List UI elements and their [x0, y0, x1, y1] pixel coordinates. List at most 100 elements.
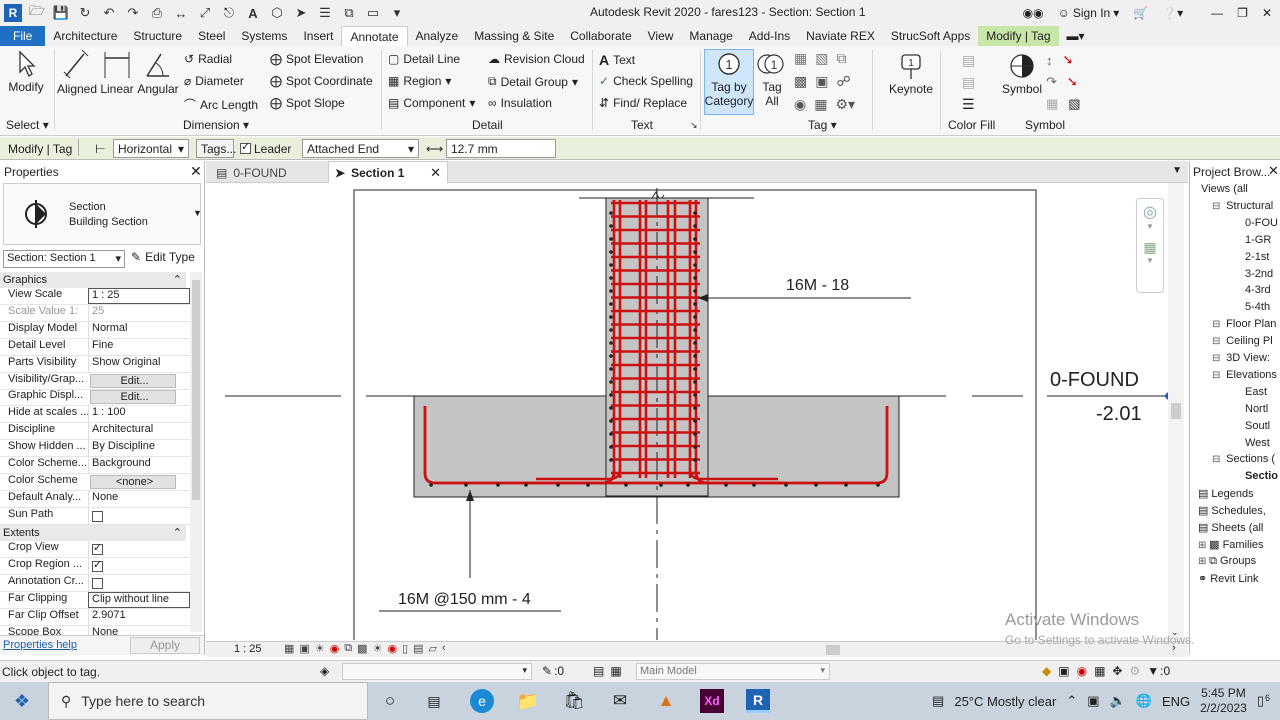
material-tag-icon[interactable]: ▧: [815, 50, 828, 67]
revit-taskbar-icon[interactable]: R: [746, 689, 770, 713]
edge-icon[interactable]: e: [470, 689, 494, 713]
select-panel-label[interactable]: Select ▾: [6, 118, 49, 132]
language[interactable]: ENG: [1162, 694, 1190, 709]
view-scale[interactable]: 1 : 25: [234, 643, 262, 655]
property-row[interactable]: Color Scheme <none>: [0, 474, 190, 491]
browser-item[interactable]: ⊟ Ceiling Pl: [1212, 335, 1273, 347]
show-crop-icon[interactable]: ▩: [357, 642, 367, 655]
fabric-reinforcement-icon[interactable]: ▧: [1068, 96, 1080, 112]
zoom-icon[interactable]: ▦: [1137, 239, 1163, 256]
view-tab-section-1[interactable]: ➤ Section 1 ✕: [328, 161, 448, 183]
properties-scrollbar[interactable]: [190, 272, 202, 632]
checkbox-icon[interactable]: [92, 558, 103, 572]
print-icon[interactable]: ⎙: [148, 4, 166, 22]
drag-on-selection-icon[interactable]: ✥: [1112, 664, 1122, 678]
measure-icon[interactable]: ↔: [172, 4, 190, 22]
graphics-group-header[interactable]: Graphics ⌃: [0, 272, 186, 288]
property-row[interactable]: Show Hidden ... By Discipline: [0, 440, 190, 458]
property-row[interactable]: Color Scheme... Background: [0, 457, 190, 474]
tag-icon[interactable]: ⎋: [220, 4, 238, 22]
worksets-icon[interactable]: ◈: [320, 664, 329, 678]
globe-icon[interactable]: 🌐: [1136, 693, 1152, 709]
select-underlay-icon[interactable]: ▣: [1058, 664, 1069, 678]
property-value[interactable]: [88, 557, 190, 574]
checkbox-icon[interactable]: [92, 577, 103, 589]
ribbon-tab-steel[interactable]: Steel: [190, 26, 233, 46]
cortana-icon[interactable]: ○: [378, 689, 402, 713]
reveal-hidden-icon[interactable]: ◉: [387, 642, 397, 655]
browser-item[interactable]: 0-FOU: [1242, 217, 1278, 229]
space-tag-icon[interactable]: ▣: [815, 73, 828, 90]
open-icon[interactable]: 🗁: [28, 3, 46, 22]
level-name[interactable]: 0-FOUND: [1050, 369, 1139, 392]
select-by-face-icon[interactable]: ▦: [1094, 664, 1105, 678]
vertical-scrollbar[interactable]: ⌄: [1168, 183, 1184, 640]
rebar-tag-lower[interactable]: 16M @150 mm - 4: [398, 591, 531, 609]
browser-item[interactable]: ▤ Schedules,: [1198, 504, 1266, 517]
checkbox-icon[interactable]: [92, 510, 103, 522]
browser-item[interactable]: West: [1242, 437, 1270, 449]
drawing-canvas[interactable]: 16M - 18 16M @150 mm - 4 0-FOUND -2.01 ◎…: [206, 183, 1188, 640]
area-tag-icon[interactable]: ⧉: [836, 50, 846, 67]
ribbon-tab-systems[interactable]: Systems: [233, 26, 295, 46]
ribbon-tab-naviate-rex[interactable]: Naviate REX: [798, 26, 883, 46]
weather-icon[interactable]: ▤: [932, 693, 944, 709]
visual-style-icon[interactable]: ▣: [299, 642, 309, 655]
view-tab-0-found[interactable]: ▤ 0-FOUND: [208, 162, 328, 183]
apply-button[interactable]: Apply: [130, 637, 200, 654]
path-reinforcement-icon[interactable]: ▦: [1046, 96, 1058, 112]
workset-select[interactable]: ▾: [342, 663, 532, 680]
browser-item[interactable]: Views (all: [1198, 183, 1248, 195]
browser-item[interactable]: East: [1242, 386, 1267, 398]
text-icon[interactable]: A: [244, 4, 262, 22]
scroll-down-icon[interactable]: ⌄: [1171, 627, 1179, 638]
text-dialog-launcher-icon[interactable]: ↘: [690, 120, 698, 131]
spot-coordinate-button[interactable]: ⨁ Spot Coordinate: [270, 74, 373, 88]
radial-dimension-button[interactable]: ↺ Radial: [184, 52, 232, 66]
browser-item[interactable]: ▤ Sheets (all: [1198, 521, 1263, 534]
select-links-icon[interactable]: ◆: [1042, 664, 1051, 678]
crop-view-icon[interactable]: ⧉: [344, 642, 352, 655]
multi-category-icon[interactable]: ◉: [794, 96, 806, 113]
restore-icon[interactable]: ❐: [1237, 6, 1248, 20]
scroll-left-icon[interactable]: ‹: [442, 642, 446, 655]
property-value[interactable]: Edit...: [90, 390, 176, 405]
property-row[interactable]: Graphic Displ... Edit...: [0, 389, 190, 407]
symbol-button[interactable]: Symbol: [1000, 52, 1044, 96]
dimension-panel-label[interactable]: Dimension ▾: [183, 118, 249, 132]
close-tab-icon[interactable]: ✕: [430, 165, 441, 181]
tag-panel-label[interactable]: Tag ▾: [808, 118, 837, 132]
property-row[interactable]: Annotation Cr...: [0, 574, 190, 592]
edit-type-button[interactable]: ✎ Edit Type: [131, 250, 195, 264]
spot-elevation-button[interactable]: ⨁ Spot Elevation: [270, 52, 363, 66]
windows-start-icon[interactable]: ❖: [10, 689, 34, 713]
shadows-icon[interactable]: ◉: [330, 642, 340, 655]
property-row[interactable]: Parts Visibility Show Original: [0, 355, 190, 373]
tag-all-button[interactable]: 1 Tag All: [756, 52, 788, 108]
tree-expander-icon[interactable]: ⊟: [1212, 336, 1223, 347]
extents-group-header[interactable]: Extents ⌃: [0, 525, 186, 541]
beam-annotation-icon[interactable]: ▦: [794, 50, 807, 67]
notifications-icon[interactable]: ▯ 6: [1257, 693, 1270, 709]
browser-item[interactable]: 5-4th: [1242, 301, 1270, 313]
revision-cloud-button[interactable]: ☁ Revision Cloud: [488, 52, 585, 66]
property-row[interactable]: Visibility/Grap... Edit...: [0, 373, 190, 390]
help-icon[interactable]: ❔▾: [1162, 6, 1183, 20]
color-fill-legend-icon[interactable]: ☰: [962, 96, 975, 113]
property-value[interactable]: 1 : 25: [88, 288, 190, 304]
highlight-displacement-icon[interactable]: ▤: [413, 642, 423, 655]
tree-expander-icon[interactable]: ⊞: [1198, 556, 1209, 567]
chevron-down-icon[interactable]: ▼: [1137, 222, 1163, 231]
minimize-icon[interactable]: —: [1211, 6, 1223, 20]
browser-item[interactable]: ⊟ Floor Plan: [1212, 318, 1276, 330]
leader-length-input[interactable]: 12.7 mm: [446, 139, 556, 158]
leader-checkbox[interactable]: Leader: [240, 139, 291, 158]
property-row[interactable]: Scale Value 1: 25: [0, 304, 190, 322]
thin-lines-icon[interactable]: ☰: [316, 4, 334, 22]
property-value[interactable]: [88, 541, 190, 557]
property-row[interactable]: View Scale 1 : 25: [0, 288, 190, 305]
property-value[interactable]: [88, 574, 190, 591]
customize-qat-icon[interactable]: ▾: [388, 4, 406, 22]
tree-expander-icon[interactable]: ⊟: [1212, 353, 1223, 364]
tag-by-category-button[interactable]: 1 Tag by Category: [705, 52, 753, 108]
